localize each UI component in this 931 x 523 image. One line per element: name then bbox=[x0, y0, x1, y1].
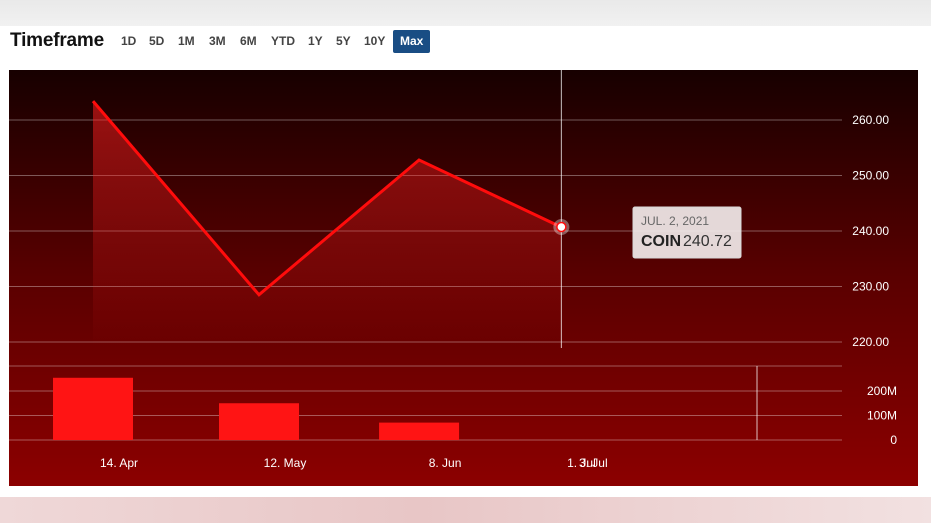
tooltip: JUL. 2, 2021 COIN 240.72 bbox=[632, 206, 742, 259]
top-background-strip bbox=[0, 0, 931, 26]
tooltip-date: JUL. 2, 2021 bbox=[641, 214, 709, 228]
range-button-1d[interactable]: 1D bbox=[114, 30, 143, 53]
price-tick-label: 240.00 bbox=[852, 224, 889, 238]
timeframe-toolbar: Timeframe 1D 5D 1M 3M 6M YTD 1Y 5Y 10Y Max bbox=[0, 26, 931, 66]
volume-tick-label: 100M bbox=[867, 409, 897, 423]
range-button-5y[interactable]: 5Y bbox=[329, 30, 358, 53]
page: Timeframe 1D 5D 1M 3M 6M YTD 1Y 5Y 10Y Max 260.00… bbox=[0, 0, 931, 523]
volume-bar bbox=[379, 422, 460, 440]
volume-tick-label: 200M bbox=[867, 384, 897, 398]
hover-marker bbox=[556, 221, 567, 233]
volume-bar bbox=[219, 403, 299, 440]
bottom-background-strip bbox=[0, 497, 931, 523]
price-tick-label: 260.00 bbox=[852, 113, 889, 127]
timeframe-title: Timeframe bbox=[10, 30, 104, 51]
price-chart[interactable]: 260.00 250.00 240.00 230.00 220.00 200M 100M 0 1… bbox=[9, 70, 918, 486]
range-button-10y[interactable]: 10Y bbox=[357, 30, 392, 53]
range-button-3m[interactable]: 3M bbox=[202, 30, 233, 53]
volume-bar bbox=[53, 377, 133, 440]
range-button-1y[interactable]: 1Y bbox=[301, 30, 330, 53]
x-tick-label: 3. Jul bbox=[579, 456, 608, 470]
price-tick-label: 230.00 bbox=[852, 280, 889, 294]
range-button-1m[interactable]: 1M bbox=[171, 30, 202, 53]
range-button-max[interactable]: Max bbox=[393, 30, 431, 53]
volume-tick-label: 0 bbox=[890, 433, 897, 447]
range-button-ytd[interactable]: YTD bbox=[264, 30, 302, 53]
x-tick-label: 12. May bbox=[264, 456, 307, 470]
range-button-5d[interactable]: 5D bbox=[142, 30, 171, 53]
price-tick-label: 250.00 bbox=[852, 169, 889, 183]
tooltip-value: 240.72 bbox=[683, 233, 732, 250]
x-tick-label: 14. Apr bbox=[100, 456, 138, 470]
x-tick-label: 8. Jun bbox=[429, 456, 462, 470]
range-button-6m[interactable]: 6M bbox=[233, 30, 264, 53]
chart-area[interactable]: 260.00 250.00 240.00 230.00 220.00 200M 100M 0 1… bbox=[9, 70, 918, 486]
tooltip-series: COIN bbox=[641, 233, 681, 250]
price-tick-label: 220.00 bbox=[852, 335, 889, 349]
